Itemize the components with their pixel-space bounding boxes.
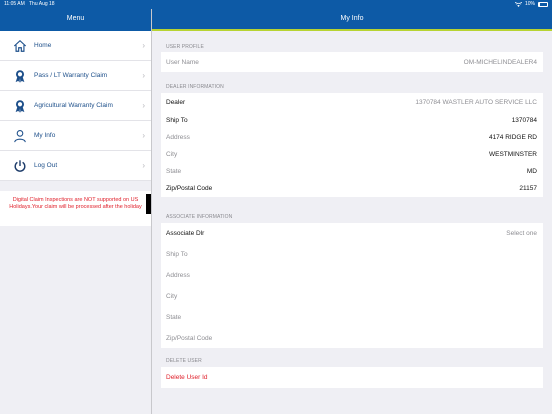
delete-user-row[interactable]: Delete User Id bbox=[161, 367, 543, 388]
chevron-right-icon: › bbox=[142, 101, 145, 110]
state-row: State MD bbox=[161, 163, 543, 180]
menu-item-label: Log Out bbox=[34, 162, 58, 169]
section-dealer-information: DEALER INFORMATION bbox=[166, 84, 224, 90]
associate-zip-row: Zip/Postal Code bbox=[161, 328, 543, 348]
chevron-right-icon: › bbox=[142, 161, 145, 170]
delete-user-card: Delete User Id bbox=[161, 367, 543, 388]
associate-zip-label: Zip/Postal Code bbox=[166, 334, 213, 342]
associate-dlr-row[interactable]: Associate Dlr Select one bbox=[161, 223, 543, 244]
dealer-information-card: Dealer 1370784 WASTLER AUTO SERVICE LLC … bbox=[161, 93, 543, 197]
menu-item-pass-lt-warranty-claim[interactable]: Pass / LT Warranty Claim › bbox=[0, 61, 151, 91]
associate-dlr-select[interactable]: Select one bbox=[506, 230, 537, 237]
associate-address-row: Address bbox=[161, 265, 543, 286]
associate-dlr-label: Associate Dlr bbox=[166, 230, 205, 237]
city-row: City WESTMINSTER bbox=[161, 146, 543, 163]
state-value: MD bbox=[526, 168, 537, 175]
dealer-value: 1370784 WASTLER AUTO SERVICE LLC bbox=[415, 99, 537, 106]
dealer-row: Dealer 1370784 WASTLER AUTO SERVICE LLC bbox=[161, 93, 543, 112]
menu-item-home[interactable]: Home › bbox=[0, 31, 151, 61]
status-time: 11:05 AM bbox=[4, 1, 25, 7]
menu-item-label: Home bbox=[34, 42, 52, 49]
award-ribbon-icon bbox=[12, 68, 28, 84]
address-row: Address 4174 RIDGE RD bbox=[161, 129, 543, 146]
award-ribbon-icon bbox=[12, 98, 28, 114]
associate-ship-to-label: Ship To bbox=[166, 251, 188, 258]
associate-information-card: Associate Dlr Select one Ship To Address… bbox=[161, 223, 543, 348]
notice-text: Digital Claim Inspections are NOT suppor… bbox=[9, 197, 142, 210]
scroll-indicator bbox=[146, 194, 151, 214]
state-label: State bbox=[166, 168, 182, 175]
menu-spacer bbox=[0, 181, 151, 191]
status-bar: 11:05 AM Thu Aug 18 10% bbox=[0, 0, 552, 9]
associate-city-row: City bbox=[161, 286, 543, 307]
city-value: WESTMINSTER bbox=[488, 151, 537, 158]
delete-user-button[interactable]: Delete User Id bbox=[166, 374, 208, 381]
section-delete-user: DELETE USER bbox=[166, 358, 202, 364]
address-value: 4174 RIDGE RD bbox=[488, 134, 537, 141]
section-user-profile: USER PROFILE bbox=[166, 44, 204, 50]
user-name-row: User Name OM-MICHELINDEALER4 bbox=[161, 52, 543, 72]
battery-percent: 10% bbox=[524, 1, 535, 7]
status-right: 10% bbox=[514, 0, 548, 9]
home-icon bbox=[12, 38, 28, 54]
page-title: My Info bbox=[340, 15, 364, 22]
menu-item-my-info[interactable]: My Info › bbox=[0, 121, 151, 151]
associate-ship-to-row: Ship To bbox=[161, 244, 543, 265]
ship-to-value: 1370784 bbox=[511, 117, 537, 124]
zip-label: Zip/Postal Code bbox=[166, 185, 213, 192]
associate-city-label: City bbox=[166, 293, 178, 300]
status-date: Thu Aug 18 bbox=[29, 1, 55, 7]
menu-item-agricultural-warranty-claim[interactable]: Agricultural Warranty Claim › bbox=[0, 91, 151, 121]
chevron-right-icon: › bbox=[142, 131, 145, 140]
section-associate-information: ASSOCIATE INFORMATION bbox=[166, 214, 233, 220]
associate-address-label: Address bbox=[166, 272, 190, 279]
chevron-right-icon: › bbox=[142, 71, 145, 80]
person-icon bbox=[12, 128, 28, 144]
side-menu: Home › Pass / LT Warranty Claim › Agricu… bbox=[0, 31, 151, 181]
zip-row: Zip/Postal Code 21157 bbox=[161, 180, 543, 197]
associate-state-row: State bbox=[161, 307, 543, 328]
page-header: My Info bbox=[152, 9, 552, 31]
power-icon bbox=[12, 158, 28, 174]
ship-to-row: Ship To 1370784 bbox=[161, 112, 543, 129]
zip-value: 21157 bbox=[519, 185, 537, 192]
menu-item-label: My Info bbox=[34, 132, 56, 139]
user-profile-card: User Name OM-MICHELINDEALER4 bbox=[161, 52, 543, 72]
menu-item-label: Agricultural Warranty Claim bbox=[34, 102, 113, 109]
city-label: City bbox=[166, 151, 178, 158]
dealer-label: Dealer bbox=[166, 99, 186, 106]
user-name-value: OM-MICHELINDEALER4 bbox=[463, 58, 537, 66]
menu-background bbox=[0, 226, 151, 414]
menu-item-label: Pass / LT Warranty Claim bbox=[34, 72, 108, 79]
user-name-label: User Name bbox=[166, 58, 199, 66]
associate-state-label: State bbox=[166, 314, 182, 321]
wifi-icon bbox=[514, 2, 522, 7]
menu-title: Menu bbox=[66, 15, 85, 22]
my-info-panel: USER PROFILE User Name OM-MICHELINDEALER… bbox=[152, 33, 552, 414]
menu-item-log-out[interactable]: Log Out › bbox=[0, 151, 151, 181]
ship-to-label: Ship To bbox=[166, 117, 188, 124]
chevron-right-icon: › bbox=[142, 41, 145, 50]
holiday-notice: Digital Claim Inspections are NOT suppor… bbox=[0, 191, 151, 226]
address-label: Address bbox=[166, 134, 190, 141]
battery-icon bbox=[538, 2, 548, 7]
menu-header: Menu bbox=[0, 9, 151, 31]
